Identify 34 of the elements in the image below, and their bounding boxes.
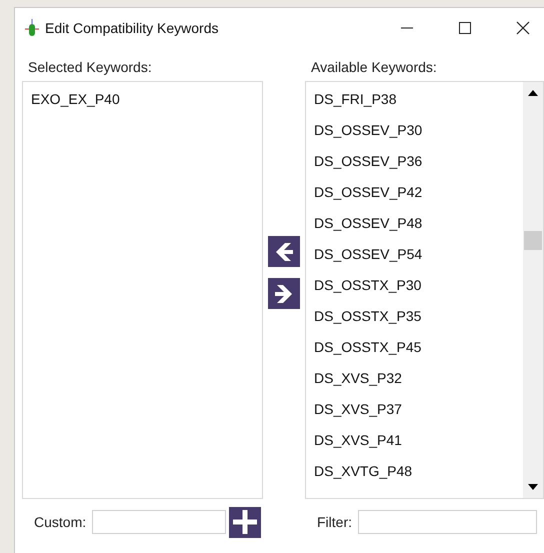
keyword-item[interactable]: DS_OSSTX_P35 xyxy=(314,307,523,338)
available-keywords-list[interactable]: DS_FRI_P38 DS_OSSEV_P30 DS_OSSEV_P36 DS_OSSEV_P42 DS_OSSEV_P48 DS_OSSEV_P54 DS_OSSTX_P30 DS_OSSTX_P35 DS_OSSTX_P45 DS_XVS_P32 DS_XVS_P37 DS_XVS_P41 DS_XVTG_P48 xyxy=(305,81,544,499)
app-icon xyxy=(25,18,39,38)
keyword-item[interactable]: DS_XVTG_P48 xyxy=(314,462,523,493)
scroll-down-icon[interactable] xyxy=(528,483,538,491)
keyword-item[interactable]: DS_OSSEV_P42 xyxy=(314,183,523,214)
keyword-item[interactable]: DS_FRI_P38 xyxy=(314,90,523,121)
scrollbar-thumb[interactable] xyxy=(524,231,542,250)
keyword-item[interactable]: DS_OSSEV_P30 xyxy=(314,121,523,152)
add-button[interactable] xyxy=(229,506,262,538)
keyword-item[interactable]: DS_OSSEV_P36 xyxy=(314,152,523,183)
keyword-item[interactable]: DS_XVS_P37 xyxy=(314,400,523,431)
filter-label: Filter: xyxy=(317,514,352,530)
plus-icon xyxy=(231,508,260,536)
keyword-item[interactable]: DS_OSSEV_P54 xyxy=(314,245,523,276)
move-right-button[interactable] xyxy=(268,278,300,309)
custom-field[interactable] xyxy=(92,510,226,534)
scrollbar[interactable] xyxy=(523,82,543,498)
scroll-up-icon[interactable] xyxy=(528,89,538,97)
keyword-item[interactable]: DS_OSSTX_P45 xyxy=(314,338,523,369)
custom-label: Custom: xyxy=(34,514,86,530)
available-keywords-label: Available Keywords: xyxy=(311,59,438,77)
close-icon[interactable] xyxy=(516,20,530,34)
maximize-icon[interactable] xyxy=(458,20,472,34)
keyword-item[interactable]: DS_OSSTX_P30 xyxy=(314,276,523,307)
keyword-item[interactable]: DS_XVS_P41 xyxy=(314,431,523,462)
move-left-button[interactable] xyxy=(268,236,300,267)
keyword-item[interactable]: EXO_EX_P40 xyxy=(31,90,262,121)
filter-field[interactable] xyxy=(358,510,537,534)
keyword-item[interactable]: DS_OSSEV_P48 xyxy=(314,214,523,245)
keyword-item[interactable]: DS_XVS_P32 xyxy=(314,369,523,400)
window-title: Edit Compatibility Keywords xyxy=(45,20,219,36)
selected-keywords-label: Selected Keywords: xyxy=(28,59,153,77)
selected-keywords-list[interactable]: EXO_EX_P40 xyxy=(22,81,263,499)
